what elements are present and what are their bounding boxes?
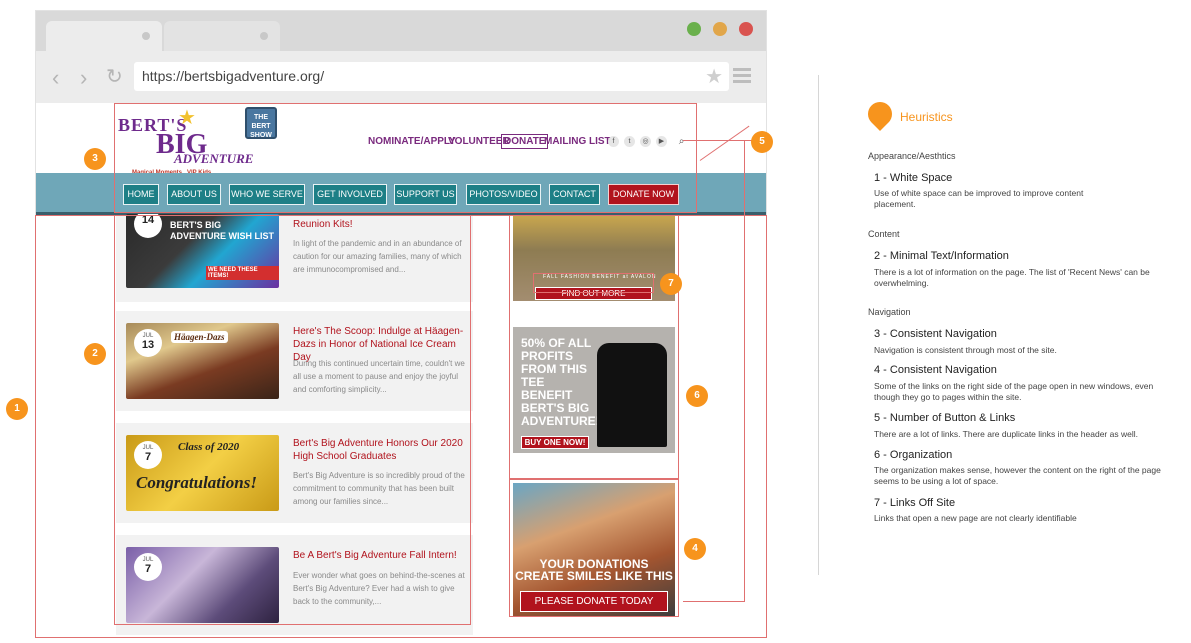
browser-window: ‹ › ↻ https://bertsbigadventure.org/ ★ B… — [35, 10, 767, 638]
search-icon[interactable]: ⌕ — [676, 136, 687, 147]
date-badge: JUL 13 — [134, 329, 162, 357]
find-out-more-button[interactable]: FIND OUT MORE — [535, 287, 652, 300]
url-text: https://bertsbigadventure.org/ — [142, 68, 325, 84]
buy-one-now-button[interactable]: BUY ONE NOW! — [521, 436, 589, 449]
url-input[interactable]: https://bertsbigadventure.org/ ★ — [134, 62, 729, 91]
date-badge: JUL 7 — [134, 441, 162, 469]
heuristic-5-desc: There are a lot of links. There are dupl… — [874, 429, 1138, 439]
bookmark-star-icon[interactable]: ★ — [705, 64, 723, 89]
back-icon[interactable]: ‹ — [52, 65, 59, 91]
close-button[interactable] — [739, 22, 753, 36]
toplink-donate[interactable]: DONATE — [501, 134, 549, 149]
panel-divider — [818, 75, 819, 575]
tab-close-icon[interactable] — [142, 32, 150, 40]
browser-tab[interactable] — [164, 21, 280, 51]
address-bar: ‹ › ↻ https://bertsbigadventure.org/ ★ — [36, 51, 766, 103]
tab-bar — [36, 11, 766, 51]
facebook-icon[interactable]: f — [608, 136, 619, 147]
heuristic-2-title: 2 - Minimal Text/Information — [874, 250, 1009, 262]
logo-star-icon: ★ — [178, 107, 196, 129]
section-content: Content — [868, 229, 900, 239]
heuristic-1-desc: Use of white space can be improved to im… — [874, 188, 1084, 209]
browser-tab-active[interactable] — [46, 21, 162, 51]
nav-photos-video[interactable]: PHOTOS/VIDEO — [466, 184, 541, 205]
tab-close-icon[interactable] — [260, 32, 268, 40]
marker-4: 4 — [684, 538, 706, 560]
please-donate-button[interactable]: PLEASE DONATE TODAY — [520, 591, 668, 612]
nav-support-us[interactable]: SUPPORT US — [394, 184, 457, 205]
thumb-caption: Class of 2020 — [178, 441, 240, 453]
marker-5: 5 — [751, 131, 773, 153]
nav-get-involved[interactable]: GET INVOLVED — [313, 184, 387, 205]
maximize-button[interactable] — [687, 22, 701, 36]
thumb-subcaption: Congratulations! — [136, 473, 257, 492]
heuristic-5-title: 5 - Number of Button & Links — [874, 412, 1016, 424]
fashion-caption: FALL FASHION BENEFIT at AVALON — [543, 274, 657, 280]
news-title[interactable]: Be A Bert's Big Adventure Fall Intern! — [293, 549, 468, 562]
news-title[interactable]: Reunion Kits! — [293, 218, 468, 231]
website-viewport: BERT'S ★ BIG ADVENTURE Magical Moments..… — [36, 103, 766, 637]
youtube-icon[interactable]: ▶ — [656, 136, 667, 147]
marker-3: 3 — [84, 148, 106, 170]
news-excerpt: Bert's Big Adventure is so incredibly pr… — [293, 471, 465, 506]
donate-ad[interactable]: YOUR DONATIONS CREATE SMILES LIKE THIS P… — [513, 483, 675, 617]
marker-6: 6 — [686, 385, 708, 407]
heuristic-4-desc: Some of the links on the right side of t… — [874, 381, 1154, 402]
fashion-benefit-ad[interactable]: FALL FASHION BENEFIT at AVALON FIND OUT … — [513, 216, 675, 301]
marker-1: 1 — [6, 398, 28, 420]
heuristic-4-title: 4 - Consistent Navigation — [874, 364, 997, 376]
nav-who-we-serve[interactable]: WHO WE SERVE — [229, 184, 305, 205]
panel-title: Heuristics — [900, 110, 953, 124]
main-nav: HOME ABOUT US WHO WE SERVE GET INVOLVED … — [36, 173, 766, 215]
news-card[interactable]: 14 BERT'S BIG ADVENTURE WISH LIST WE NEE… — [116, 214, 473, 302]
nav-donate-now[interactable]: DONATE NOW — [608, 184, 679, 205]
section-appearance: Appearance/Aesthtics — [868, 151, 956, 161]
donations-text: YOUR DONATIONS CREATE SMILES LIKE THIS — [515, 557, 673, 583]
news-excerpt: During this continued uncertain time, co… — [293, 359, 465, 394]
news-thumbnail[interactable]: JUL 13 Häagen-Dazs — [126, 323, 279, 399]
news-thumbnail[interactable]: JUL 7 — [126, 547, 279, 623]
news-thumbnail[interactable]: 14 BERT'S BIG ADVENTURE WISH LIST WE NEE… — [126, 214, 279, 288]
news-title[interactable]: Bert's Big Adventure Honors Our 2020 Hig… — [293, 437, 468, 463]
section-navigation: Navigation — [868, 307, 911, 317]
map-pin-icon — [863, 97, 897, 131]
minimize-button[interactable] — [713, 22, 727, 36]
tshirt-image — [597, 343, 667, 447]
heuristic-6-desc: The organization makes sense, however th… — [874, 465, 1161, 486]
nav-contact[interactable]: CONTACT — [549, 184, 600, 205]
heuristic-3-title: 3 - Consistent Navigation — [874, 328, 997, 340]
heuristic-7-desc: Links that open a new page are not clear… — [874, 513, 1077, 523]
news-card[interactable]: JUL 7 Be A Bert's Big Adventure Fall Inte… — [116, 535, 473, 635]
thumb-subcaption: WE NEED THESE ITEMS! — [206, 266, 279, 280]
forward-icon[interactable]: › — [80, 65, 87, 91]
date-badge: 14 — [134, 214, 162, 238]
tee-benefit-ad[interactable]: 50% OF ALL PROFITS FROM THIS TEE BENEFIT… — [513, 327, 675, 453]
bert-show-badge[interactable]: THE BERT SHOW — [245, 107, 277, 139]
news-excerpt: Ever wonder what goes on behind-the-scen… — [293, 571, 465, 606]
marker-7: 7 — [660, 273, 682, 295]
marker-2: 2 — [84, 343, 106, 365]
news-card[interactable]: JUL 7 Class of 2020 Congratulations! Bert… — [116, 423, 473, 523]
reload-icon[interactable]: ↻ — [106, 64, 123, 89]
heuristic-2-desc: There is a lot of information on the pag… — [874, 267, 1150, 288]
twitter-icon[interactable]: t — [624, 136, 635, 147]
news-thumbnail[interactable]: JUL 7 Class of 2020 Congratulations! — [126, 435, 279, 511]
news-card[interactable]: JUL 13 Häagen-Dazs Here's The Scoop: Indu… — [116, 311, 473, 411]
news-excerpt: In light of the pandemic and in an abund… — [293, 239, 462, 274]
heuristic-6-title: 6 - Organization — [874, 449, 953, 461]
heuristic-7-title: 7 - Links Off Site — [874, 497, 956, 509]
heuristic-3-desc: Navigation is consistent through most of… — [874, 345, 1057, 355]
nav-about-us[interactable]: ABOUT US — [167, 184, 221, 205]
instagram-icon[interactable]: ◎ — [640, 136, 651, 147]
toplink-mailing-list[interactable]: MAILING LIST — [544, 136, 611, 147]
thumb-caption: Häagen-Dazs — [171, 331, 228, 343]
toplink-nominate[interactable]: NOMINATE/APPLY — [368, 136, 456, 147]
menu-icon[interactable] — [733, 68, 751, 71]
nav-home[interactable]: HOME — [123, 184, 159, 205]
thumb-caption: BERT'S BIG ADVENTURE WISH LIST — [170, 220, 275, 241]
heuristic-1-title: 1 - White Space — [874, 172, 953, 184]
tee-text: 50% OF ALL PROFITS FROM THIS TEE BENEFIT… — [521, 336, 600, 428]
logo-line3: ADVENTURE — [174, 151, 254, 166]
date-badge: JUL 7 — [134, 553, 162, 581]
